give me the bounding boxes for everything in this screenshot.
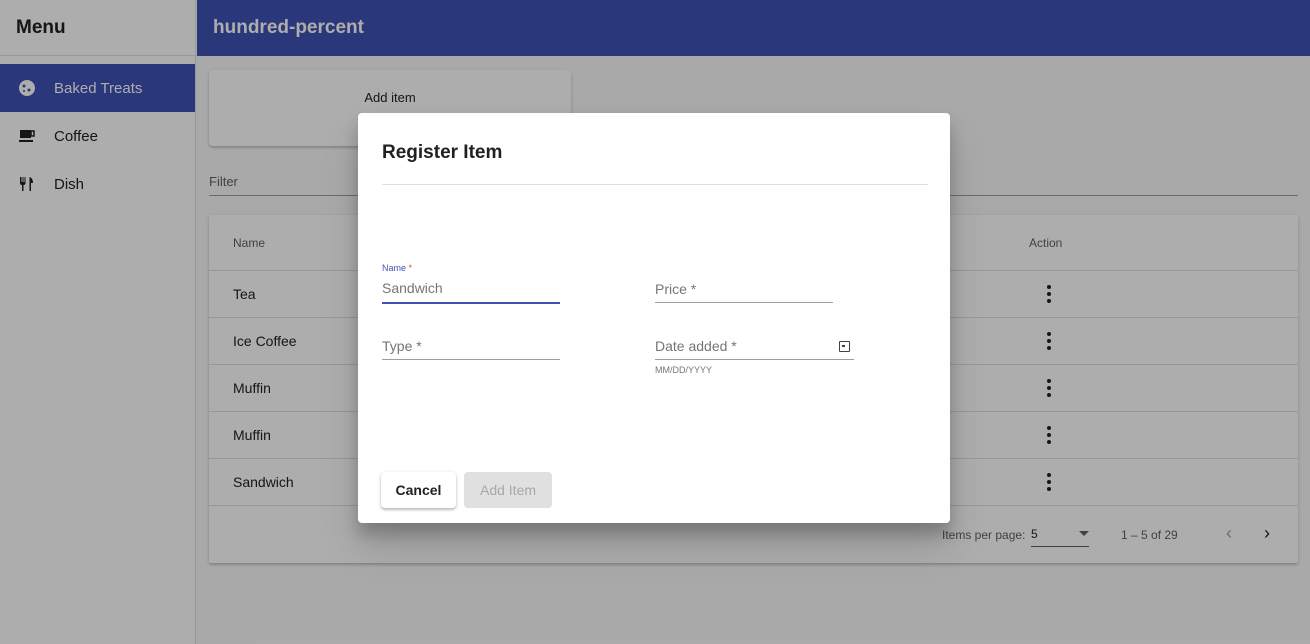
- dialog-title: Register Item: [382, 142, 503, 163]
- add-item-button[interactable]: Add Item: [464, 472, 552, 508]
- date-underline: [655, 359, 854, 360]
- price-field[interactable]: Price *: [655, 279, 833, 305]
- name-field[interactable]: Name *: [382, 263, 560, 305]
- name-field-label: Name *: [382, 263, 413, 273]
- calendar-icon[interactable]: [839, 341, 850, 352]
- cancel-button[interactable]: Cancel: [381, 472, 456, 508]
- name-input[interactable]: [382, 280, 560, 296]
- date-added-field[interactable]: Date added * MM/DD/YYYY: [655, 336, 854, 376]
- date-format-hint: MM/DD/YYYY: [655, 365, 713, 375]
- type-underline: [382, 359, 560, 360]
- dialog-divider: [382, 184, 928, 185]
- name-underline: [382, 302, 560, 304]
- type-field[interactable]: Type *: [382, 336, 560, 362]
- price-underline: [655, 302, 833, 303]
- date-field-label: Date added *: [655, 338, 737, 354]
- price-field-label: Price *: [655, 281, 697, 297]
- register-item-dialog: Register Item Name * Price * Type * Date…: [358, 113, 950, 523]
- type-field-label: Type *: [382, 338, 422, 354]
